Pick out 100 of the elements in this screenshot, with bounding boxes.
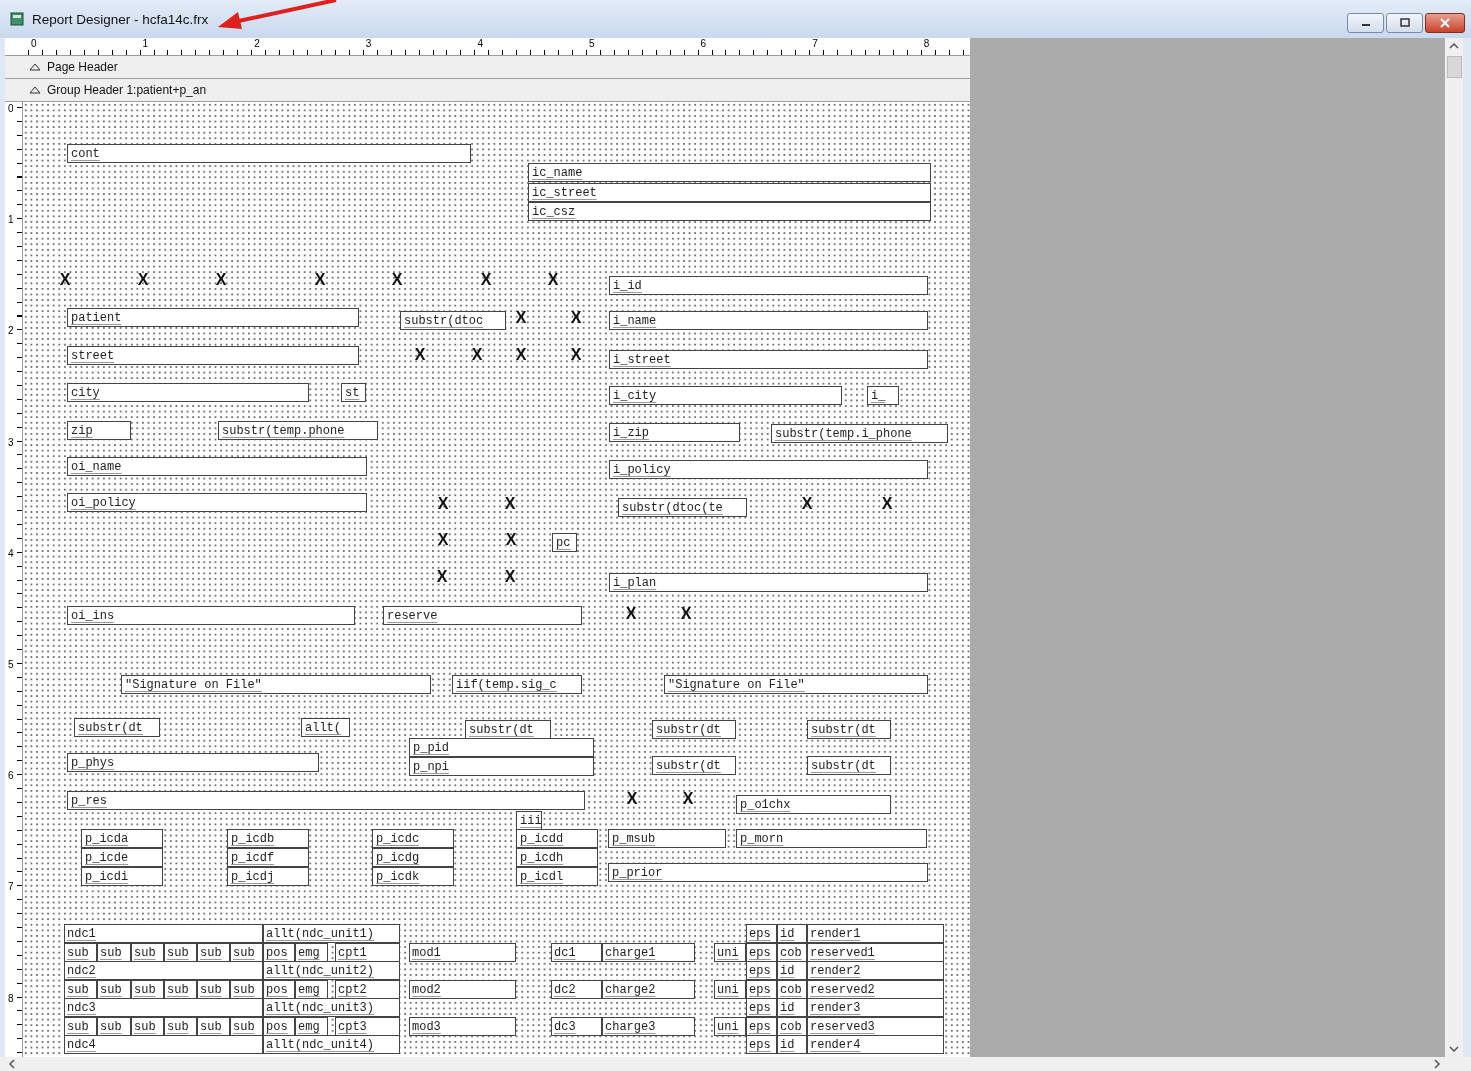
report-field[interactable]: p_icdd [516,829,598,848]
minimize-button[interactable] [1347,13,1384,33]
report-field[interactable]: ndc2 [64,961,263,980]
report-field[interactable]: p_icdc [372,829,454,848]
report-field[interactable]: substr(dt [807,720,891,739]
report-field[interactable]: mod2 [409,979,516,999]
scroll-up-icon[interactable] [1449,42,1459,50]
x-mark[interactable]: X [391,272,403,288]
report-field[interactable]: i_plan [609,573,928,592]
report-field[interactable]: uni [714,942,746,962]
report-field[interactable]: p_res [67,791,585,810]
report-field[interactable]: dc1 [551,942,602,962]
report-field[interactable]: allt(ndc_unit4) [263,1035,400,1054]
report-field[interactable]: oi_name [67,457,367,476]
report-field[interactable]: substr(dt [807,756,891,775]
x-mark[interactable]: X [437,532,449,548]
x-mark[interactable]: X [414,347,426,363]
report-field[interactable]: substr(temp.i_phone [771,424,948,443]
x-mark[interactable]: X [570,347,582,363]
report-field[interactable]: p_icda [81,829,163,848]
x-mark[interactable]: X [505,532,517,548]
x-mark[interactable]: X [515,310,527,326]
report-field[interactable]: p_icdi [81,867,163,886]
x-mark[interactable]: X [471,347,483,363]
x-mark[interactable]: X [881,496,893,512]
report-field[interactable]: eps [746,998,777,1017]
x-mark[interactable]: X [314,272,326,288]
report-field[interactable]: ndc4 [64,1035,263,1054]
report-field[interactable]: p_icdg [372,848,454,867]
report-field[interactable]: ndc3 [64,998,263,1017]
close-button[interactable] [1425,13,1465,33]
x-mark[interactable]: X [437,496,449,512]
report-field[interactable]: i_street [609,350,928,369]
report-field[interactable]: p_pid [409,738,594,757]
report-field[interactable]: p_icdb [227,829,309,848]
report-field[interactable]: substr(dtoc [400,311,506,330]
report-field[interactable]: i_name [609,311,928,330]
report-field[interactable]: substr(dt [652,720,736,739]
x-mark[interactable]: X [504,496,516,512]
x-mark[interactable]: X [515,347,527,363]
report-field[interactable]: p_phys [67,753,319,772]
x-mark[interactable]: X [682,791,694,807]
report-field[interactable]: ic_name [528,163,931,182]
report-field[interactable]: p_morn [736,829,927,848]
report-field[interactable]: ic_csz [528,202,931,221]
report-field[interactable]: city [67,383,309,402]
report-field[interactable]: p_icdl [516,867,598,886]
x-mark[interactable]: X [480,272,492,288]
report-field[interactable]: p_icde [81,848,163,867]
report-field[interactable]: i_id [609,276,928,295]
report-field[interactable]: iif(temp.sig_c [452,675,582,694]
report-field[interactable]: uni [714,1016,746,1036]
report-field[interactable]: dc3 [551,1016,602,1036]
report-field[interactable]: ndc1 [64,924,263,943]
report-field[interactable]: patient [67,308,359,327]
x-mark[interactable]: X [626,791,638,807]
maximize-button[interactable] [1386,13,1423,33]
report-field[interactable]: p_npi [409,757,594,776]
report-field[interactable]: allt(ndc_unit1) [263,924,400,943]
report-field[interactable]: reserve [383,606,582,625]
report-field[interactable]: mod1 [409,942,516,962]
report-field[interactable]: substr(dt [74,718,160,737]
x-mark[interactable]: X [801,496,813,512]
report-field[interactable]: render4 [807,1035,944,1054]
report-field[interactable]: i_zip [609,423,740,442]
report-field[interactable]: cont [67,144,471,163]
report-field[interactable]: id [777,924,807,943]
report-field[interactable]: p_icdh [516,848,598,867]
report-field[interactable]: zip [67,421,131,440]
report-field[interactable]: p_msub [608,829,726,848]
report-field[interactable]: id [777,998,807,1017]
report-field[interactable]: i_city [609,386,842,405]
report-field[interactable]: st [341,383,366,402]
report-field[interactable]: mod3 [409,1016,516,1036]
x-mark[interactable]: X [436,569,448,585]
report-field[interactable]: eps [746,961,777,980]
report-field[interactable]: charge1 [602,942,695,962]
report-field[interactable]: render2 [807,961,944,980]
report-field[interactable]: id [777,1035,807,1054]
scroll-down-icon[interactable] [1449,1045,1459,1053]
scroll-left-icon[interactable] [8,1059,16,1069]
report-field[interactable]: dc2 [551,979,602,999]
report-field[interactable]: substr(dtoc(te [618,498,747,517]
report-field[interactable]: p_icdj [227,867,309,886]
report-field[interactable]: eps [746,1035,777,1054]
report-field[interactable]: i_policy [609,460,928,479]
x-mark[interactable]: X [215,272,227,288]
x-mark[interactable]: X [547,272,559,288]
report-field[interactable]: allt(ndc_unit2) [263,961,400,980]
report-field[interactable]: id [777,961,807,980]
report-field[interactable]: p_icdk [372,867,454,886]
report-field[interactable]: render1 [807,924,944,943]
x-mark[interactable]: X [625,606,637,622]
scroll-thumb[interactable] [1446,56,1462,78]
x-mark[interactable]: X [59,272,71,288]
report-field[interactable]: uni [714,979,746,999]
report-field[interactable]: substr(temp.phone [218,421,378,440]
x-mark[interactable]: X [504,569,516,585]
report-field[interactable]: "Signature on File" [664,675,928,694]
report-field[interactable]: street [67,346,359,365]
